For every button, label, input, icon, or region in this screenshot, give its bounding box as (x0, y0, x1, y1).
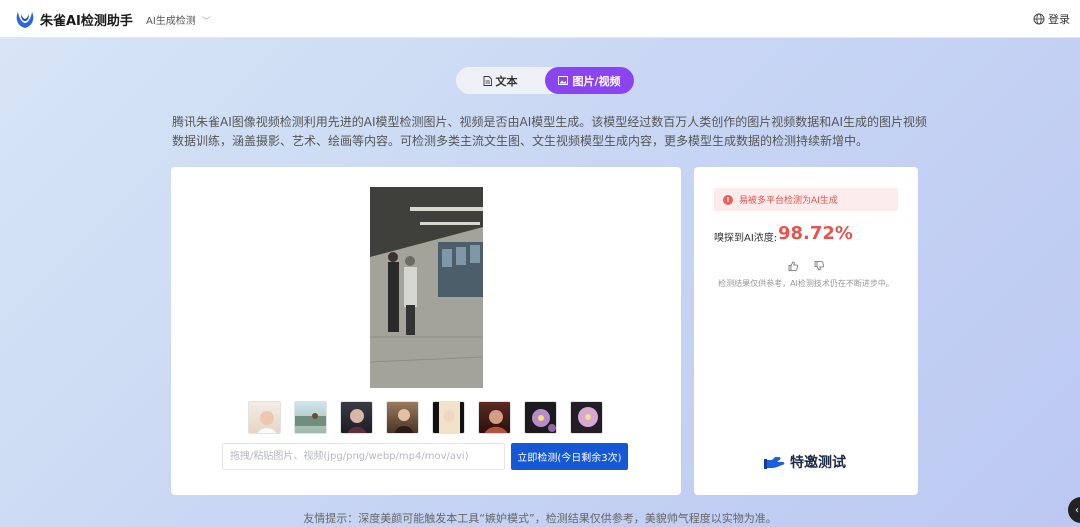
sample-thumbnail[interactable] (570, 401, 603, 434)
service-description: 腾讯朱雀AI图像视频检测利用先进的AI模型检测图片、视频是否由AI模型生成。该模… (172, 115, 927, 148)
result-disclaimer: 检测结果仅供参考，AI检测技术仍在不断进步中。 (718, 279, 894, 288)
special-test-label: 特邀测试 (790, 455, 846, 471)
thumbs-up-icon[interactable] (788, 261, 798, 271)
top-navigation-bar: 朱雀AI检测助手 AI生成检测 ﹀ 登录 (0, 0, 1080, 38)
ai-warning-alert: ! 易被多平台检测为AI生成 (714, 188, 898, 211)
upload-input[interactable] (222, 443, 505, 470)
result-panel: ! 易被多平台检测为AI生成 嗅探到AI浓度: 98.72% 检测结果仅供参考，… (694, 167, 918, 495)
login-label: 登录 (1048, 13, 1070, 26)
upload-panel: 立即检测(今日剩余3次) (171, 167, 681, 495)
sample-thumbnail[interactable] (432, 401, 465, 434)
mode-tabs: 文本 图片/视频 (456, 67, 634, 94)
footer-tip: 友情提示：深度美颜可能触发本工具“嫉妒模式”，检测结果仅供参考，美貌帅气程度以实… (303, 512, 777, 525)
ai-score-label: 嗅探到AI浓度: (714, 233, 778, 244)
tab-text[interactable]: 文本 (456, 67, 544, 94)
chevron-left-icon: ‹ (1075, 504, 1079, 516)
tab-image-video[interactable]: 图片/视频 (545, 67, 634, 94)
sample-thumbnail[interactable] (524, 401, 557, 434)
alert-text: 易被多平台检测为AI生成 (739, 196, 838, 206)
detect-button[interactable]: 立即检测(今日剩余3次) (511, 443, 628, 470)
detection-type-label: AI生成检测 (146, 16, 196, 27)
detection-type-dropdown[interactable]: AI生成检测 ﹀ (146, 12, 211, 27)
document-icon (483, 75, 492, 86)
sample-thumbnail[interactable] (386, 401, 419, 434)
warning-icon: ! (723, 194, 733, 205)
brand-name[interactable]: 朱雀AI检测助手 (40, 10, 133, 29)
sample-thumbnail[interactable] (248, 401, 281, 434)
handshake-icon (764, 457, 785, 469)
tab-text-label: 文本 (495, 74, 518, 88)
feedback-buttons (788, 261, 824, 271)
special-test-link[interactable]: 特邀测试 (764, 452, 846, 472)
uploaded-image-preview (370, 187, 483, 388)
globe-icon (1033, 13, 1045, 25)
sample-thumbnail[interactable] (478, 401, 511, 434)
ai-score-value: 98.72% (778, 223, 853, 244)
sample-thumbnail[interactable] (294, 401, 327, 434)
logo-icon[interactable] (14, 8, 36, 30)
chevron-down-icon: ﹀ (201, 17, 211, 27)
tab-image-video-label: 图片/视频 (572, 74, 621, 88)
thumbs-down-icon[interactable] (814, 261, 824, 271)
login-button[interactable]: 登录 (1033, 11, 1070, 27)
image-icon (558, 76, 569, 85)
sample-thumbnail[interactable] (340, 401, 373, 434)
